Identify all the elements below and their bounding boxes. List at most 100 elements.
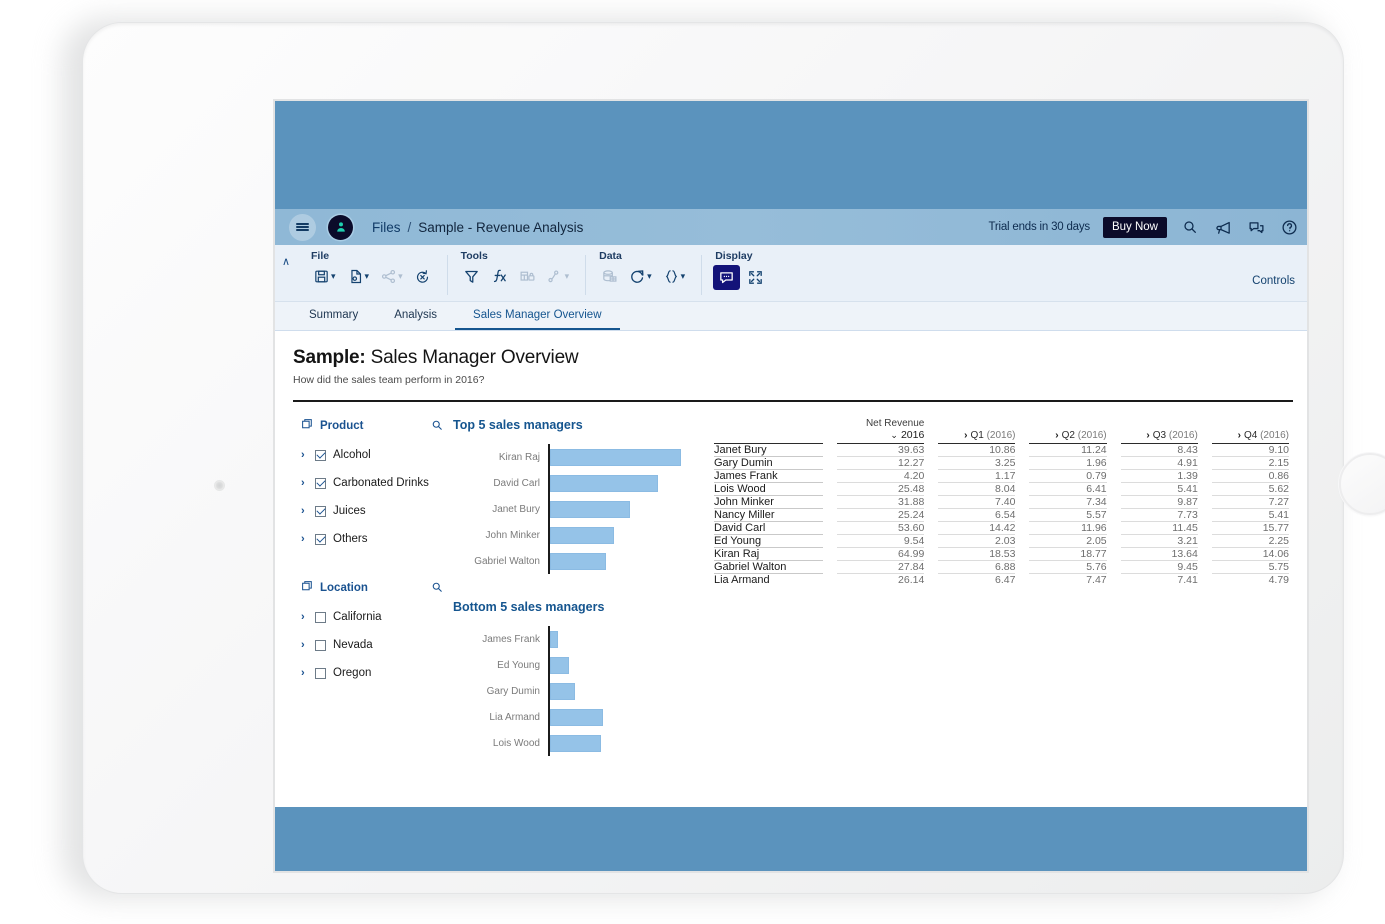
calculation-button[interactable] — [487, 265, 512, 288]
buy-now-button[interactable]: Buy Now — [1102, 216, 1167, 238]
fullscreen-button[interactable] — [743, 266, 768, 289]
collapse-ribbon-icon[interactable]: ∧ — [275, 249, 297, 268]
chevron-right-icon[interactable]: › — [301, 667, 308, 679]
menu-icon[interactable] — [289, 213, 316, 241]
chevron-right-icon[interactable]: › — [1055, 430, 1058, 441]
user-avatar-icon[interactable] — [328, 214, 353, 240]
bar[interactable] — [550, 734, 602, 752]
save-as-button[interactable]: ▾ — [343, 265, 374, 288]
table-gap — [1198, 508, 1212, 521]
table-row[interactable]: James Frank 4.20 1.17 0.79 1.39 0.86 — [714, 469, 1289, 483]
table-row[interactable]: Gary Dumin 12.27 3.25 1.96 4.91 2.15 — [714, 456, 1289, 470]
chart-top5: Top 5 sales managers Kiran Raj David Carl… — [453, 418, 698, 574]
data-source-button[interactable] — [597, 265, 622, 288]
table-cell-total: 4.20 — [836, 469, 925, 483]
table-cell-q2: 2.05 — [1029, 534, 1107, 548]
page-title: Sample: Sales Manager Overview — [293, 347, 1293, 369]
filter-button[interactable] — [459, 265, 484, 288]
chat-icon[interactable] — [1246, 217, 1266, 237]
relationship-button[interactable]: ▾ — [543, 265, 574, 288]
bar[interactable] — [550, 552, 607, 570]
checkbox[interactable] — [315, 667, 326, 679]
filter-item-alcohol[interactable]: › Alcohol — [301, 441, 443, 469]
revert-button[interactable] — [410, 265, 435, 288]
bar[interactable] — [550, 630, 559, 648]
table-lock-button[interactable] — [515, 265, 540, 288]
filter-item-california[interactable]: › California — [301, 603, 443, 631]
quarter-header-q2[interactable]: › Q2 (2016) — [1029, 429, 1106, 441]
bar[interactable] — [550, 500, 630, 518]
filter-item-juices[interactable]: › Juices — [301, 497, 443, 525]
crosstab-container: Net Revenue ⌄ 2016 › Q1 (2016) › Q2 (201… — [698, 418, 1293, 756]
bar[interactable] — [550, 682, 575, 700]
bar[interactable] — [550, 526, 615, 544]
tab-sales-manager-overview[interactable]: Sales Manager Overview — [455, 302, 620, 330]
checkbox[interactable] — [315, 639, 326, 651]
bar[interactable] — [550, 656, 570, 674]
checkbox[interactable] — [315, 477, 326, 489]
table-row[interactable]: Gabriel Walton 27.84 6.88 5.76 9.45 5.75 — [714, 560, 1289, 574]
chevron-right-icon[interactable]: › — [301, 449, 308, 461]
table-row[interactable]: Janet Bury 39.63 10.86 11.24 8.43 9.10 — [714, 443, 1289, 457]
chevron-right-icon[interactable]: › — [964, 430, 967, 441]
table-gap — [823, 560, 837, 573]
checkbox[interactable] — [315, 611, 326, 623]
table-row[interactable]: Lia Armand 26.14 6.47 7.47 7.41 4.79 — [714, 573, 1289, 586]
tab-analysis[interactable]: Analysis — [376, 302, 455, 330]
search-icon[interactable] — [1180, 217, 1200, 237]
table-row[interactable]: David Carl 53.60 14.42 11.96 11.45 15.77 — [714, 521, 1289, 535]
chevron-down-icon: ▾ — [398, 270, 403, 281]
bar[interactable] — [550, 474, 659, 492]
filter-item-carbonated-drinks[interactable]: › Carbonated Drinks — [301, 469, 443, 497]
filter-search-icon-product[interactable] — [431, 419, 443, 434]
quarter-header-q3[interactable]: › Q3 (2016) — [1121, 429, 1197, 441]
parameters-button[interactable]: ▾ — [659, 265, 690, 288]
checkbox[interactable] — [315, 449, 326, 461]
table-row-label: Lia Armand — [714, 573, 770, 586]
table-cell-total: 26.14 — [898, 573, 925, 586]
filter-item-nevada[interactable]: › Nevada — [301, 631, 443, 659]
chevron-right-icon[interactable]: › — [1146, 430, 1149, 441]
table-cell-q1: 6.88 — [938, 560, 1016, 574]
header-right: Trial ends in 30 days Buy Now — [988, 216, 1301, 238]
table-gap — [924, 495, 938, 508]
filter-search-icon-location[interactable] — [431, 581, 443, 596]
tablet-screen: Files / Sample - Revenue Analysis Trial … — [273, 99, 1309, 873]
bar[interactable] — [550, 708, 603, 726]
table-gap — [1107, 443, 1121, 456]
home-button[interactable] — [1339, 453, 1385, 515]
controls-link[interactable]: Controls — [1252, 275, 1295, 287]
tab-summary[interactable]: Summary — [291, 302, 376, 330]
filter-item-oregon[interactable]: › Oregon — [301, 659, 443, 687]
refresh-button[interactable]: ▾ — [625, 265, 656, 288]
table-cell-q2: 5.76 — [1029, 560, 1107, 574]
quarter-header-q1[interactable]: › Q1 (2016) — [938, 429, 1015, 441]
chevron-down-icon[interactable]: ⌄ — [890, 430, 898, 440]
chevron-right-icon[interactable]: › — [301, 477, 308, 489]
quarter-header-q4[interactable]: › Q4 (2016) — [1212, 429, 1289, 441]
table-row[interactable]: Lois Wood 25.48 8.04 6.41 5.41 5.62 — [714, 482, 1289, 496]
checkbox[interactable] — [315, 505, 326, 517]
breadcrumb-root[interactable]: Files — [372, 220, 401, 235]
table-row[interactable]: Nancy Miller 25.24 6.54 5.57 7.73 5.41 — [714, 508, 1289, 522]
table-row[interactable]: John Minker 31.88 7.40 7.34 9.87 7.27 — [714, 495, 1289, 509]
chevron-right-icon[interactable]: › — [301, 505, 308, 517]
share-button[interactable]: ▾ — [376, 265, 407, 288]
filter-item-others[interactable]: › Others — [301, 525, 443, 553]
year-header[interactable]: ⌄ 2016 — [837, 429, 924, 441]
chevron-right-icon[interactable]: › — [301, 533, 308, 545]
checkbox[interactable] — [315, 533, 326, 545]
save-button[interactable]: ▾ — [309, 265, 340, 288]
help-icon[interactable] — [1279, 217, 1299, 237]
table-row[interactable]: Kiran Raj 64.99 18.53 18.77 13.64 14.06 — [714, 547, 1289, 561]
table-gap — [1198, 573, 1212, 586]
comments-button[interactable] — [713, 265, 741, 290]
chevron-down-icon: ▾ — [647, 270, 652, 281]
chevron-right-icon[interactable]: › — [1238, 430, 1241, 441]
bar[interactable] — [550, 448, 681, 466]
chevron-right-icon[interactable]: › — [301, 639, 308, 651]
chevron-right-icon[interactable]: › — [301, 611, 308, 623]
table-row[interactable]: Ed Young 9.54 2.03 2.05 3.21 2.25 — [714, 534, 1289, 548]
megaphone-icon[interactable] — [1213, 217, 1233, 237]
table-gap — [1198, 443, 1212, 456]
